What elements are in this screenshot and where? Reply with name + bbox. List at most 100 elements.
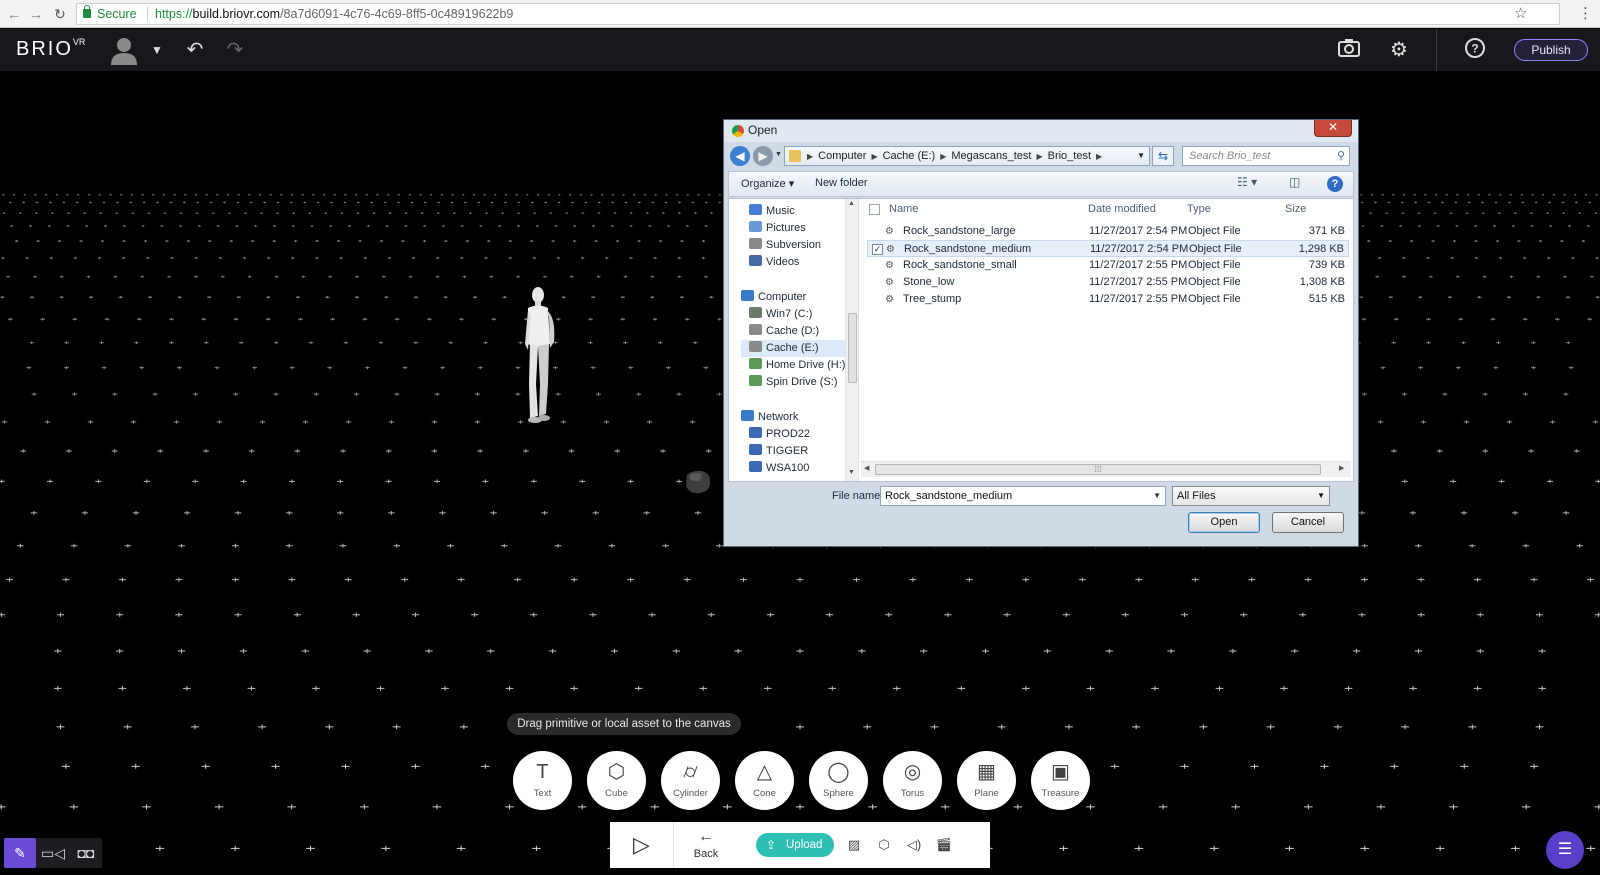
image-asset-icon[interactable]: ▨ [844, 835, 864, 855]
dialog-path-bar[interactable]: ▶ Computer ▶ Cache (E:) ▶ Megascans_test ▶ Brio… [784, 146, 1150, 166]
column-type[interactable]: Type [1187, 203, 1211, 215]
nav-item[interactable]: Subversion [741, 237, 845, 254]
recent-locations-chevron-icon[interactable]: ▼ [775, 151, 782, 158]
grid-mark [325, 724, 334, 730]
primitive-cube-button[interactable]: ⬡ Cube [587, 751, 646, 810]
file-row[interactable]: ⚙ Rock_sandstone_large 11/27/2017 2:54 PM O… [867, 223, 1349, 240]
file-row-checkbox[interactable]: ✓ [872, 244, 883, 255]
file-list-hscrollbar[interactable]: ◀ ⁞⁞⁞ ▶ [861, 461, 1351, 477]
nav-item[interactable]: Network [733, 409, 845, 426]
help-icon[interactable]: ? [1462, 37, 1488, 63]
redo-icon[interactable]: ↷ [222, 37, 248, 63]
dialog-close-button[interactable]: ✕ [1314, 120, 1352, 137]
browser-menu-icon[interactable]: ⋮ [1578, 4, 1593, 24]
camera-mode-icon[interactable]: ▭◁ [37, 838, 69, 868]
column-date-modified[interactable]: Date modified [1088, 203, 1156, 215]
nav-item[interactable]: Pictures [741, 220, 845, 237]
play-button[interactable]: ▷ [610, 822, 674, 868]
hscroll-left-icon[interactable]: ◀ [864, 464, 869, 472]
primitive-cone-button[interactable]: △ Cone [735, 751, 794, 810]
grid-mark [1511, 225, 1515, 227]
primitive-cylinder-button[interactable]: ⌭ Cylinder [661, 751, 720, 810]
nav-scroll-up-icon[interactable]: ▲ [848, 200, 855, 207]
nav-item[interactable]: Spin Drive (S:) [741, 374, 845, 391]
nav-item[interactable]: Computer [733, 289, 845, 306]
primitive-text-button[interactable]: T Text [513, 751, 572, 810]
rock-model[interactable] [684, 469, 712, 495]
back-button[interactable]: ← Back [674, 822, 738, 868]
publish-button[interactable]: Publish [1514, 39, 1588, 61]
upload-button[interactable]: ⇪ Upload [756, 833, 834, 857]
undo-icon[interactable]: ↶ [182, 37, 208, 63]
file-name-input[interactable]: Rock_sandstone_medium ▼ [880, 486, 1166, 506]
nav-item[interactable]: Home Drive (H:) [741, 357, 845, 374]
dialog-back-button[interactable]: ◀ [730, 146, 750, 166]
file-name-dropdown-icon[interactable]: ▼ [1153, 487, 1161, 505]
primitive-treasure-button[interactable]: ▣ Treasure [1031, 751, 1090, 810]
column-name[interactable]: Name [889, 203, 918, 215]
preview-pane-icon[interactable]: ◫ [1289, 175, 1300, 189]
grid-mark [592, 511, 599, 515]
hscroll-thumb[interactable]: ⁞⁞⁞ [875, 464, 1321, 475]
nav-scroll-down-icon[interactable]: ▼ [848, 469, 855, 476]
browser-reload-icon[interactable]: ↻ [50, 4, 70, 24]
model-asset-icon[interactable]: ⬡ [874, 835, 894, 855]
breadcrumb-item[interactable]: Brio_test [1048, 150, 1091, 162]
dialog-refresh-button[interactable]: ⇆ [1152, 146, 1174, 166]
nav-item[interactable]: Cache (D:) [741, 323, 845, 340]
audio-asset-icon[interactable]: ◁) [904, 835, 924, 855]
address-bar[interactable]: Secure https://build.briovr.com/8a7d6091… [76, 3, 1560, 25]
dialog-help-icon[interactable]: ? [1327, 176, 1343, 192]
nav-item[interactable]: Win7 (C:) [741, 306, 845, 323]
edit-mode-icon[interactable]: ✎ [4, 838, 36, 868]
primitive-plane-button[interactable]: ▦ Plane [957, 751, 1016, 810]
grid-mark [447, 543, 454, 548]
breadcrumb-item[interactable]: Computer [818, 150, 866, 162]
file-row[interactable]: ⚙ Rock_sandstone_small 11/27/2017 2:55 PM O… [867, 257, 1349, 274]
grid-mark [1452, 240, 1457, 243]
grid-mark [482, 479, 489, 484]
organize-button[interactable]: Organize ▾ [741, 177, 794, 190]
new-folder-button[interactable]: New folder [815, 177, 868, 189]
user-avatar[interactable] [110, 35, 138, 65]
nav-item[interactable]: Videos [741, 254, 845, 271]
chevron-down-icon[interactable]: ▼ [144, 37, 170, 63]
grid-mark [36, 240, 40, 243]
primitive-sphere-button[interactable]: ◯ Sphere [809, 751, 868, 810]
brio-logo[interactable]: BRIOVR [16, 37, 85, 61]
nav-item[interactable]: PROD22 [741, 426, 845, 443]
dialog-forward-button[interactable]: ▶ [753, 146, 773, 166]
nav-item[interactable]: Music [741, 203, 845, 220]
path-dropdown-icon[interactable]: ▼ [1137, 147, 1145, 165]
file-type-select[interactable]: All Files ▼ [1172, 486, 1330, 506]
dialog-search-input[interactable]: Search Brio_test ⚲ [1182, 146, 1350, 166]
hscroll-right-icon[interactable]: ▶ [1339, 464, 1344, 472]
open-button[interactable]: Open [1188, 512, 1260, 533]
view-options-icon[interactable]: ☷ ▾ [1237, 175, 1257, 189]
vr-mode-icon[interactable]: ◘◘ [70, 838, 102, 868]
primitive-torus-button[interactable]: ◎ Torus [883, 751, 942, 810]
file-row[interactable]: ⚙ Stone_low 11/27/2017 2:55 PM Object File 1… [867, 274, 1349, 291]
chat-icon[interactable]: ☰ [1546, 831, 1584, 869]
bookmark-star-icon[interactable]: ☆ [1514, 4, 1527, 24]
gear-icon[interactable]: ⚙ [1386, 37, 1412, 63]
select-all-checkbox[interactable] [869, 204, 880, 215]
nav-item[interactable]: TIGGER [741, 443, 845, 460]
video-asset-icon[interactable]: 🎬︎ [934, 835, 954, 855]
human-figure-model[interactable] [516, 284, 564, 426]
cancel-button[interactable]: Cancel [1272, 512, 1344, 533]
grid-mark [677, 275, 682, 278]
nav-item[interactable]: WSA100 [741, 460, 845, 477]
nav-scroll-thumb[interactable] [848, 313, 857, 383]
browser-forward-icon[interactable]: → [26, 4, 46, 24]
dialog-titlebar[interactable]: Open ✕ [724, 120, 1358, 142]
file-row[interactable]: ✓ ⚙ Rock_sandstone_medium 11/27/2017 2:54 P… [867, 240, 1349, 257]
nav-scrollbar[interactable]: ▲ ▼ [845, 199, 858, 481]
breadcrumb-item[interactable]: Cache (E:) [883, 150, 936, 162]
column-size[interactable]: Size [1285, 203, 1306, 215]
browser-back-icon[interactable]: ← [4, 4, 24, 24]
nav-item[interactable]: Cache (E:) [741, 340, 845, 357]
breadcrumb-item[interactable]: Megascans_test [951, 150, 1031, 162]
file-row[interactable]: ⚙ Tree_stump 11/27/2017 2:55 PM Object File… [867, 291, 1349, 308]
camera-icon[interactable] [1336, 37, 1362, 63]
